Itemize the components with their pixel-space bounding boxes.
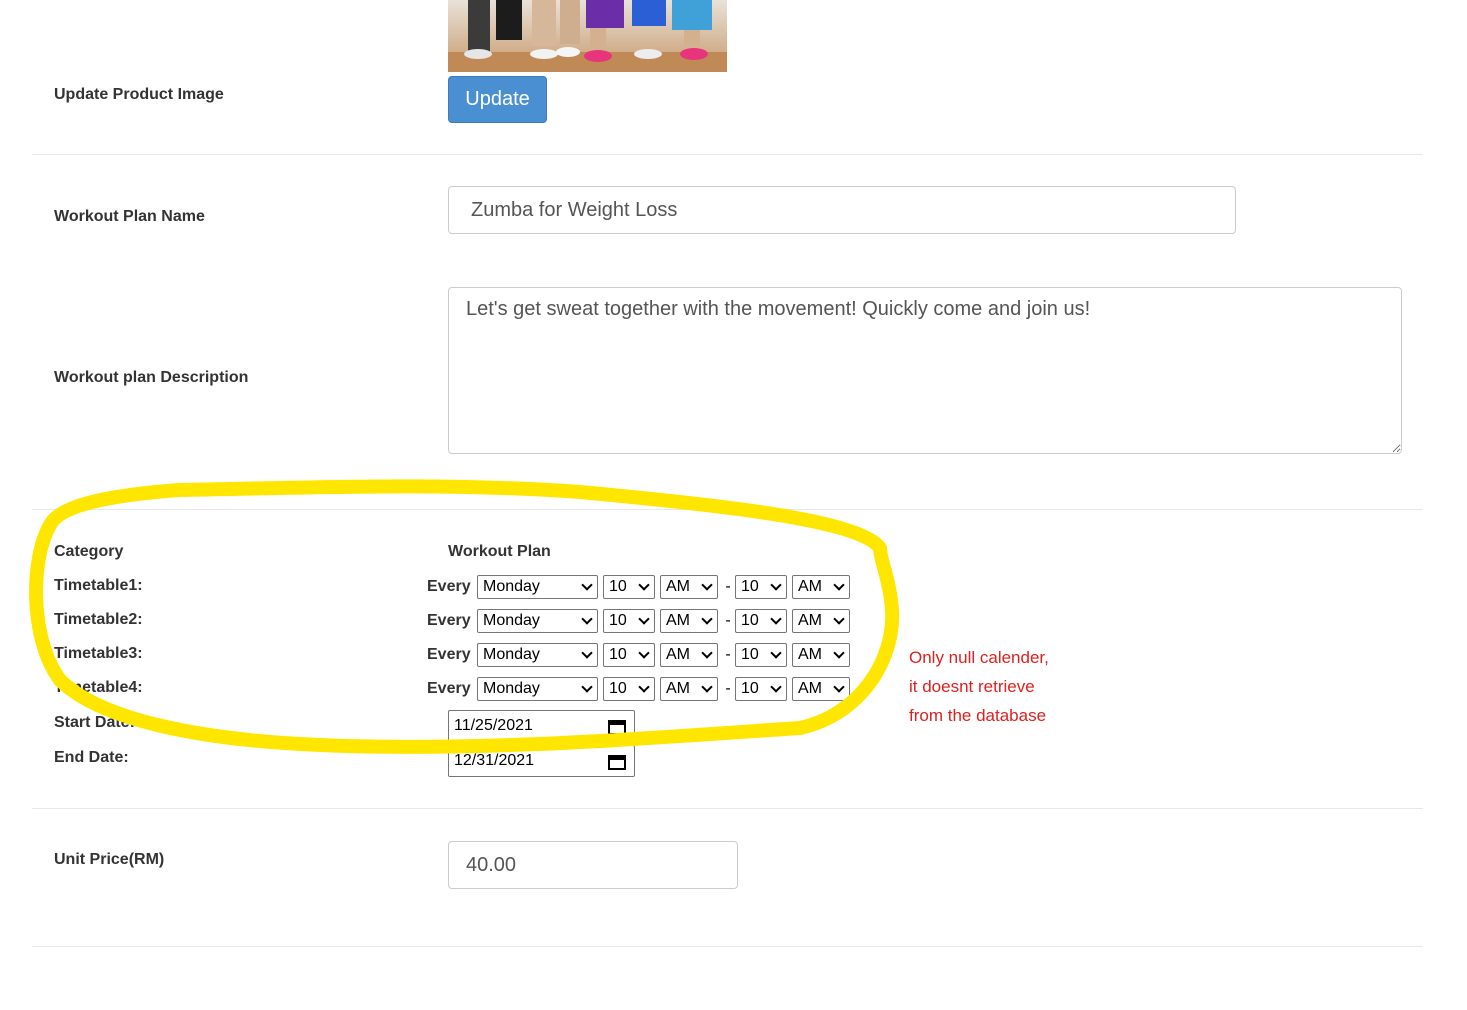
timetable-label: Timetable1:: [54, 577, 143, 594]
time-separator: -: [725, 578, 731, 595]
calendar-icon[interactable]: [608, 754, 626, 770]
chevron-down-icon: [701, 613, 713, 625]
update-image-label: Update Product Image: [54, 86, 224, 103]
timetable-row-4: Every Monday 10 AM - 10 AM: [427, 677, 850, 701]
timetable-label: Timetable4:: [54, 679, 143, 696]
divider: [32, 808, 1423, 809]
time-separator: -: [725, 646, 731, 663]
chevron-down-icon: [770, 579, 782, 591]
chevron-down-icon: [833, 613, 845, 625]
end-hour-select[interactable]: 10: [735, 677, 787, 701]
end-date-input[interactable]: 12/31/2021: [448, 745, 635, 777]
day-select[interactable]: Monday: [477, 609, 598, 633]
end-ampm-select[interactable]: AM: [792, 575, 850, 599]
annotation-line: Only null calender,: [909, 648, 1049, 667]
calendar-icon[interactable]: [608, 719, 626, 735]
chevron-down-icon: [701, 579, 713, 591]
start-hour-select[interactable]: 10: [603, 677, 655, 701]
end-ampm-select[interactable]: AM: [792, 643, 850, 667]
chevron-down-icon: [701, 647, 713, 659]
start-ampm-select[interactable]: AM: [660, 609, 718, 633]
chevron-down-icon: [770, 613, 782, 625]
start-hour-select[interactable]: 10: [603, 575, 655, 599]
product-image: [448, 0, 727, 72]
workout-plan-name-input[interactable]: [448, 186, 1236, 234]
chevron-down-icon: [581, 579, 593, 591]
divider: [32, 509, 1423, 510]
end-hour-select[interactable]: 10: [735, 643, 787, 667]
workout-plan-name-label: Workout Plan Name: [54, 208, 205, 225]
annotation-line: from the database: [909, 706, 1047, 725]
time-separator: -: [725, 612, 731, 629]
every-label: Every: [427, 612, 471, 629]
chevron-down-icon: [833, 681, 845, 693]
day-select[interactable]: Monday: [477, 677, 598, 701]
timetable-row-2: Every Monday 10 AM - 10 AM: [427, 609, 850, 633]
divider: [32, 946, 1423, 947]
start-hour-select[interactable]: 10: [603, 609, 655, 633]
unit-price-label: Unit Price(RM): [54, 851, 165, 868]
end-hour-select[interactable]: 10: [735, 575, 787, 599]
timetable-label: Timetable3:: [54, 645, 143, 662]
chevron-down-icon: [770, 681, 782, 693]
start-ampm-select[interactable]: AM: [660, 677, 718, 701]
end-date-value: 12/31/2021: [454, 752, 535, 769]
unit-price-input[interactable]: [448, 841, 738, 889]
category-value: Workout Plan: [448, 543, 551, 560]
chevron-down-icon: [638, 681, 650, 693]
annotation-note: Only null calender, it doesnt retrieve f…: [909, 643, 1049, 730]
chevron-down-icon: [638, 647, 650, 659]
start-hour-select[interactable]: 10: [603, 643, 655, 667]
end-date-label: End Date:: [54, 749, 129, 766]
every-label: Every: [427, 578, 471, 595]
workout-plan-description-label: Workout plan Description: [54, 369, 249, 386]
start-date-input[interactable]: 11/25/2021: [448, 710, 635, 742]
update-image-button[interactable]: Update: [448, 76, 547, 123]
start-date-value: 11/25/2021: [454, 717, 533, 734]
annotation-line: it doesnt retrieve: [909, 677, 1035, 696]
end-ampm-select[interactable]: AM: [792, 609, 850, 633]
chevron-down-icon: [581, 613, 593, 625]
category-label: Category: [54, 543, 124, 560]
every-label: Every: [427, 680, 471, 697]
chevron-down-icon: [581, 681, 593, 693]
time-separator: -: [725, 680, 731, 697]
chevron-down-icon: [701, 681, 713, 693]
day-select[interactable]: Monday: [477, 575, 598, 599]
timetable-label: Timetable2:: [54, 611, 143, 628]
every-label: Every: [427, 646, 471, 663]
chevron-down-icon: [770, 647, 782, 659]
timetable-row-3: Every Monday 10 AM - 10 AM: [427, 643, 850, 667]
start-date-label: Start Date:: [54, 714, 135, 731]
chevron-down-icon: [581, 647, 593, 659]
divider: [32, 154, 1423, 155]
workout-plan-description-textarea[interactable]: Let's get sweat together with the moveme…: [448, 287, 1402, 454]
chevron-down-icon: [638, 579, 650, 591]
end-hour-select[interactable]: 10: [735, 609, 787, 633]
start-ampm-select[interactable]: AM: [660, 575, 718, 599]
start-ampm-select[interactable]: AM: [660, 643, 718, 667]
day-select[interactable]: Monday: [477, 643, 598, 667]
end-ampm-select[interactable]: AM: [792, 677, 850, 701]
chevron-down-icon: [833, 647, 845, 659]
chevron-down-icon: [833, 579, 845, 591]
timetable-row-1: Every Monday 10 AM - 10 AM: [427, 575, 850, 599]
chevron-down-icon: [638, 613, 650, 625]
